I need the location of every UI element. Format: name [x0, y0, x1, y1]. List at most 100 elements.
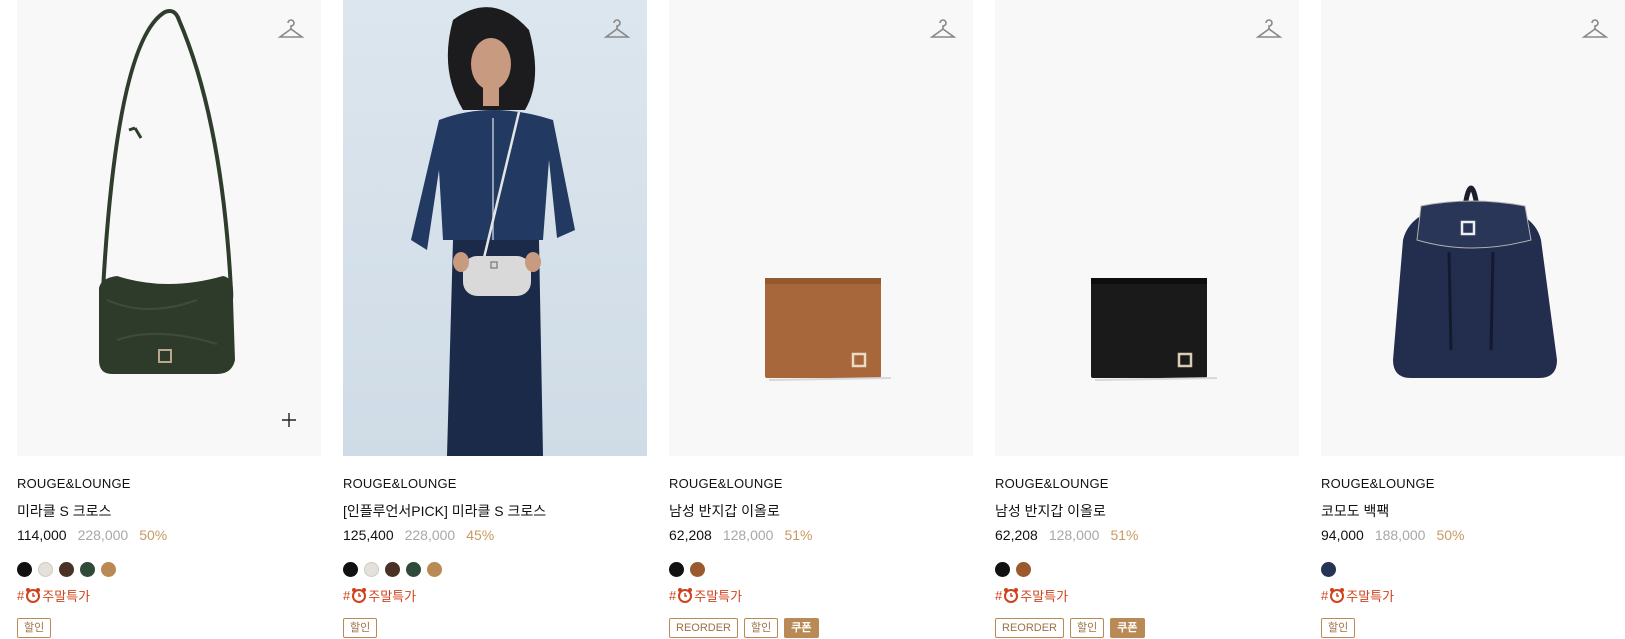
- color-swatches: [669, 562, 973, 578]
- promo-tag[interactable]: # 주말특가: [1321, 586, 1625, 604]
- promo-tag-text: 주말특가: [1346, 588, 1395, 604]
- discount-rate: 51%: [1110, 527, 1139, 543]
- badge-row: REORDER 할인 쿠폰: [669, 618, 973, 638]
- hash-mark: #: [17, 587, 25, 603]
- hash-mark: #: [669, 587, 677, 603]
- color-swatch[interactable]: [1321, 562, 1336, 577]
- hash-mark: #: [1321, 587, 1329, 603]
- badge-sale: 할인: [343, 618, 378, 638]
- product-card[interactable]: ROUGE&LOUNGE 남성 반지갑 이올로 62,208 128,000 5…: [669, 0, 973, 638]
- badge-reorder: REORDER: [995, 618, 1065, 638]
- color-swatch[interactable]: [364, 562, 379, 577]
- promo-tag-text: 주말특가: [1020, 588, 1069, 604]
- sale-price: 114,000: [17, 527, 67, 543]
- color-swatches: [995, 562, 1299, 578]
- color-swatch[interactable]: [17, 562, 32, 577]
- crossbody-bag-image: [99, 9, 235, 374]
- product-name[interactable]: 남성 반지갑 이올로: [995, 501, 1299, 519]
- color-swatch[interactable]: [690, 562, 705, 577]
- product-image[interactable]: [17, 0, 321, 456]
- hanger-icon[interactable]: [1255, 16, 1283, 42]
- product-image[interactable]: [995, 0, 1299, 456]
- color-swatch[interactable]: [101, 562, 116, 577]
- promo-tag[interactable]: # 주말특가: [343, 586, 647, 604]
- discount-rate: 45%: [466, 527, 495, 543]
- color-swatch[interactable]: [995, 562, 1010, 577]
- alarm-clock-icon: [1004, 588, 1019, 603]
- color-swatch[interactable]: [385, 562, 400, 577]
- color-swatch[interactable]: [406, 562, 421, 577]
- product-name[interactable]: 코모도 백팩: [1321, 501, 1625, 519]
- product-grid: ROUGE&LOUNGE 미라클 S 크로스 114,000 228,000 5…: [0, 0, 1625, 639]
- badge-reorder: REORDER: [669, 618, 739, 638]
- product-image[interactable]: [343, 0, 647, 456]
- alarm-clock-icon: [678, 588, 693, 603]
- sale-price: 62,208: [995, 527, 1038, 543]
- color-swatch[interactable]: [427, 562, 442, 577]
- color-swatches: [343, 562, 647, 578]
- model-photo-image: [411, 7, 575, 456]
- color-swatch[interactable]: [1016, 562, 1031, 577]
- original-price: 188,000: [1374, 527, 1426, 543]
- price-row: 94,000 188,000 50%: [1321, 527, 1625, 544]
- color-swatches: [1321, 562, 1625, 578]
- color-swatch[interactable]: [80, 562, 95, 577]
- color-swatch[interactable]: [669, 562, 684, 577]
- alarm-clock-icon: [26, 588, 41, 603]
- sale-price: 125,400: [343, 527, 394, 543]
- plus-icon[interactable]: [281, 412, 297, 428]
- badge-row: 할인: [17, 618, 321, 638]
- color-swatches: [17, 562, 321, 578]
- sale-price: 62,208: [669, 527, 712, 543]
- badge-row: REORDER 할인 쿠폰: [995, 618, 1299, 638]
- discount-rate: 50%: [139, 527, 168, 543]
- badge-sale: 할인: [1070, 618, 1105, 638]
- promo-tag[interactable]: # 주말특가: [669, 586, 973, 604]
- color-swatch[interactable]: [38, 562, 53, 577]
- hanger-icon[interactable]: [603, 16, 631, 42]
- black-wallet-image: [1091, 278, 1218, 381]
- navy-backpack-image: [1393, 185, 1557, 378]
- color-swatch[interactable]: [59, 562, 74, 577]
- badge-row: 할인: [343, 618, 647, 638]
- product-image[interactable]: [1321, 0, 1625, 456]
- product-card[interactable]: ROUGE&LOUNGE 남성 반지갑 이올로 62,208 128,000 5…: [995, 0, 1299, 638]
- alarm-clock-icon: [352, 588, 367, 603]
- badge-sale: 할인: [17, 618, 52, 638]
- hash-mark: #: [343, 587, 351, 603]
- price-row: 62,208 128,000 51%: [995, 527, 1299, 544]
- hash-mark: #: [995, 587, 1003, 603]
- tan-wallet-image: [765, 278, 892, 381]
- product-brand: ROUGE&LOUNGE: [995, 476, 1109, 491]
- promo-tag-text: 주말특가: [368, 588, 417, 604]
- price-row: 125,400 228,000 45%: [343, 527, 647, 544]
- sale-price: 94,000: [1321, 527, 1364, 543]
- product-name[interactable]: 미라클 S 크로스: [17, 501, 321, 519]
- hanger-icon[interactable]: [1581, 16, 1609, 42]
- discount-rate: 51%: [784, 527, 813, 543]
- color-swatch[interactable]: [343, 562, 358, 577]
- product-name[interactable]: 남성 반지갑 이올로: [669, 501, 973, 519]
- product-card[interactable]: ROUGE&LOUNGE [인플루언서PICK] 미라클 S 크로스 125,4…: [343, 0, 647, 638]
- product-brand: ROUGE&LOUNGE: [17, 476, 131, 491]
- alarm-clock-icon: [1330, 588, 1345, 603]
- badge-sale: 할인: [744, 618, 779, 638]
- original-price: 128,000: [1048, 527, 1100, 543]
- product-image[interactable]: [669, 0, 973, 456]
- price-row: 114,000 228,000 50%: [17, 527, 321, 544]
- product-name[interactable]: [인플루언서PICK] 미라클 S 크로스: [343, 501, 647, 519]
- price-row: 62,208 128,000 51%: [669, 527, 973, 544]
- product-brand: ROUGE&LOUNGE: [1321, 476, 1435, 491]
- hanger-icon[interactable]: [277, 16, 305, 42]
- product-card[interactable]: ROUGE&LOUNGE 코모도 백팩 94,000 188,000 50% #…: [1321, 0, 1625, 638]
- original-price: 228,000: [404, 527, 456, 543]
- promo-tag[interactable]: # 주말특가: [17, 586, 321, 604]
- promo-tag-text: 주말특가: [42, 588, 91, 604]
- original-price: 128,000: [722, 527, 774, 543]
- hanger-icon[interactable]: [929, 16, 957, 42]
- badge-sale: 할인: [1321, 618, 1356, 638]
- promo-tag[interactable]: # 주말특가: [995, 586, 1299, 604]
- badge-coupon: 쿠폰: [1110, 618, 1145, 638]
- badge-coupon: 쿠폰: [784, 618, 819, 638]
- product-card[interactable]: ROUGE&LOUNGE 미라클 S 크로스 114,000 228,000 5…: [17, 0, 321, 638]
